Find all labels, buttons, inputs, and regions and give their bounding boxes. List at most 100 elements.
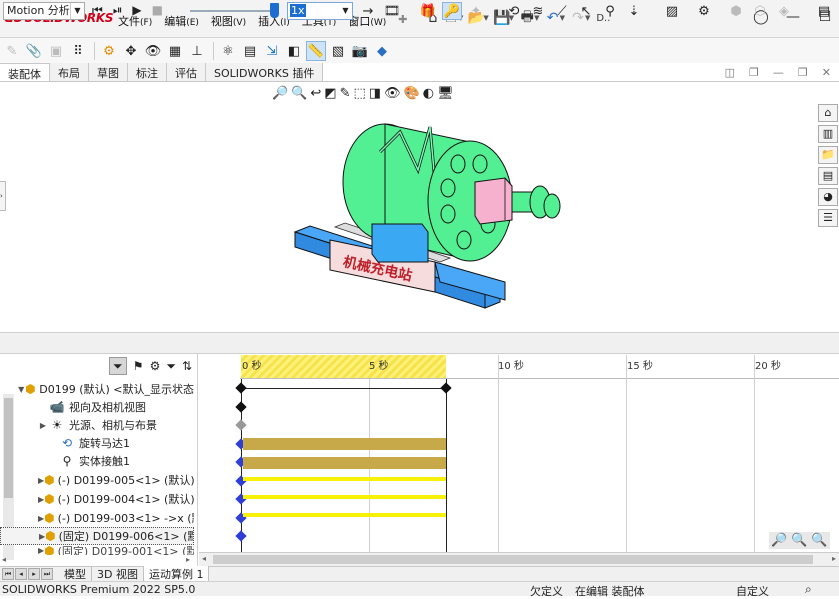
tab-sketch[interactable]: 草图 [89, 63, 128, 81]
tree-scroll-right-icon[interactable]: ▸ [186, 555, 190, 564]
filter-driving-icon[interactable]: ⚑ [133, 359, 144, 373]
play-from-start-icon[interactable]: ⏯ [113, 3, 123, 18]
custom-properties-icon[interactable]: ☰ [818, 209, 838, 227]
zoom-in-icon[interactable]: 🔍 [791, 533, 807, 548]
zoom-to-fit-icon[interactable]: 🔎 [771, 533, 787, 548]
zoom-to-area-icon[interactable]: 🔍 [291, 86, 307, 101]
tree-item-part-006[interactable]: ▶ ⬢ (固定) D0199-006<1> (默 [0, 527, 194, 545]
time-ruler[interactable]: 0 秒 5 秒 10 秒 15 秒 20 秒 [240, 355, 839, 379]
tab-motion-study-1[interactable]: 运动算例 1 [143, 566, 210, 582]
show-hidden-icon[interactable]: 👁 [143, 41, 163, 61]
stop-icon[interactable]: ■ [152, 3, 163, 18]
force-icon[interactable]: ↖ [576, 2, 596, 20]
tab-addins[interactable]: SOLIDWORKS 插件 [206, 63, 324, 81]
bill-of-materials-icon[interactable]: ▤ [240, 41, 260, 61]
component-preview-icon[interactable]: ▣ [46, 41, 66, 61]
filter-selected-icon[interactable]: ⚙ [150, 359, 161, 373]
hide-show-items-icon[interactable]: 👁 [384, 86, 401, 101]
doc-close-icon[interactable]: ✕ [822, 66, 831, 79]
spring-icon[interactable]: ≋ [528, 2, 548, 20]
snapshot-icon[interactable]: 📷 [350, 41, 370, 61]
assembly-model-view[interactable]: 机械充电站 [280, 112, 580, 312]
move-component-icon[interactable]: ✥ [121, 41, 141, 61]
tree-item-contact[interactable]: ⚲ 实体接触1 [0, 452, 194, 470]
playback-slider-thumb[interactable] [270, 3, 279, 18]
section-view-icon[interactable]: ◩ [324, 86, 336, 101]
tree-item-assembly[interactable]: ▼ ⬢ D0199 (默认) <默认_显示状态 [0, 380, 194, 398]
quick-tips-icon[interactable]: ⌕ [805, 582, 812, 597]
previous-view-icon[interactable]: ↩ [310, 86, 321, 101]
tile-icon[interactable]: ◫ [725, 66, 735, 79]
tab-model[interactable]: 模型 [59, 566, 92, 582]
speedpak-icon[interactable]: ◆ [372, 41, 392, 61]
tab-layout[interactable]: 布局 [50, 63, 89, 81]
filter-results-icon[interactable]: ⏷ [166, 359, 176, 374]
gravity-icon[interactable]: ⇣ [624, 2, 644, 20]
menu-edit[interactable]: 编辑(E) [164, 13, 199, 29]
save-animation-icon[interactable]: 🎞 [382, 2, 402, 20]
home-tab-icon[interactable]: ⌂ [818, 104, 838, 122]
simulation-results-icon[interactable]: ◈ [774, 2, 794, 20]
play-icon[interactable]: ▶ [132, 3, 141, 18]
dynamic-annotation-icon[interactable]: ✎ [340, 86, 351, 101]
collapse-motion-manager-icon[interactable]: ▤ [814, 2, 834, 20]
tree-item-part-003[interactable]: ▶ ⬢ (-) D0199-003<1> ->x (默 [0, 509, 194, 527]
motor-icon[interactable]: ⟲ [504, 2, 524, 20]
view-settings-icon[interactable]: 🖥 [437, 86, 454, 101]
autokey-icon[interactable]: 🔑 [442, 2, 462, 20]
timeline-scrollbar[interactable]: ◂ ▸ [199, 552, 839, 566]
tree-item-motor[interactable]: ⟲ 旋转马达1 [0, 434, 194, 452]
assembly-visualization-icon[interactable]: ▧ [328, 41, 348, 61]
playback-speed-select[interactable]: 1x ▼ [287, 2, 353, 20]
study-type-select[interactable]: Motion 分析 ▼ [3, 2, 85, 20]
zoom-out-icon[interactable]: 🔍 [811, 533, 827, 548]
tree-item-lights[interactable]: ▶ ☀ 光源、相机与布景 [0, 416, 194, 434]
doc-maximize-icon[interactable]: ❐ [798, 66, 808, 79]
new-motion-study-icon[interactable]: ⚛ [218, 41, 238, 61]
last-tab-icon[interactable]: ⏭ [41, 568, 53, 580]
calculate-icon[interactable]: ⏮ [92, 3, 103, 18]
scroll-right-icon[interactable]: ▸ [832, 554, 836, 563]
smart-fasteners-icon[interactable]: ⚙ [99, 41, 119, 61]
doc-minimize-icon[interactable]: — [773, 66, 784, 79]
tab-evaluate[interactable]: 评估 [167, 63, 206, 81]
view-orientation-icon[interactable]: ⬚ [353, 86, 365, 101]
playback-mode-icon[interactable]: → [358, 2, 378, 20]
assembly-features-icon[interactable]: ▦ [165, 41, 185, 61]
apply-scene-icon[interactable]: ◐ [423, 86, 434, 101]
part-005-timeline-bar[interactable] [243, 477, 446, 481]
tree-item-part-005[interactable]: ▶ ⬢ (-) D0199-005<1> (默认) [0, 471, 194, 489]
insert-component-icon[interactable]: ✎ [2, 41, 22, 61]
mate-icon[interactable]: 📎 [24, 41, 44, 61]
instant3d-icon[interactable]: ◧ [284, 41, 304, 61]
study-properties-icon[interactable]: ⚙ [694, 2, 714, 20]
doc-restore-icon[interactable]: ❐ [749, 66, 759, 79]
feature-manager-expand-handle[interactable]: › [0, 181, 6, 211]
add-key-icon[interactable]: ✦ [466, 2, 486, 20]
filter-animated-icon[interactable]: ⏷ [108, 357, 127, 375]
appearances-icon[interactable]: ◕ [818, 188, 838, 206]
tab-3d-views[interactable]: 3D 视图 [92, 566, 144, 582]
menu-view[interactable]: 视图(V) [211, 13, 246, 29]
simulation-icon[interactable]: ⬢ [726, 2, 746, 20]
timeline-area[interactable] [199, 354, 839, 552]
reference-geometry-icon[interactable]: ⊥ [187, 41, 207, 61]
tree-item-part-001[interactable]: ▶ ⬢ (固定) D0199-001<1> (默 [0, 546, 194, 555]
zoom-to-fit-icon[interactable]: 🔎 [272, 86, 288, 101]
display-style-icon[interactable]: ◨ [369, 86, 381, 101]
prev-tab-icon[interactable]: ◂ [15, 568, 27, 580]
design-library-icon[interactable]: 📁 [818, 146, 838, 164]
sort-icon[interactable]: ⇅ [182, 359, 192, 373]
contact-timeline-bar[interactable] [243, 457, 446, 469]
tab-assembly[interactable]: 装配体 [0, 63, 50, 81]
unit-system[interactable]: 自定义 [736, 583, 769, 599]
part-003-timeline-bar[interactable] [243, 513, 446, 517]
exploded-view-icon[interactable]: ⇲ [262, 41, 282, 61]
simulation-setup-icon[interactable]: ⬡ [750, 2, 770, 20]
contact-icon[interactable]: ⚲ [600, 2, 620, 20]
animation-wizard-icon[interactable]: 🎁 [418, 2, 438, 20]
timeline-scroll-thumb[interactable] [213, 555, 813, 564]
resources-icon[interactable]: ▥ [818, 125, 838, 143]
edit-appearance-icon[interactable]: 🎨 [404, 86, 420, 101]
tree-scroll-down-icon[interactable]: ◂ [2, 555, 6, 564]
